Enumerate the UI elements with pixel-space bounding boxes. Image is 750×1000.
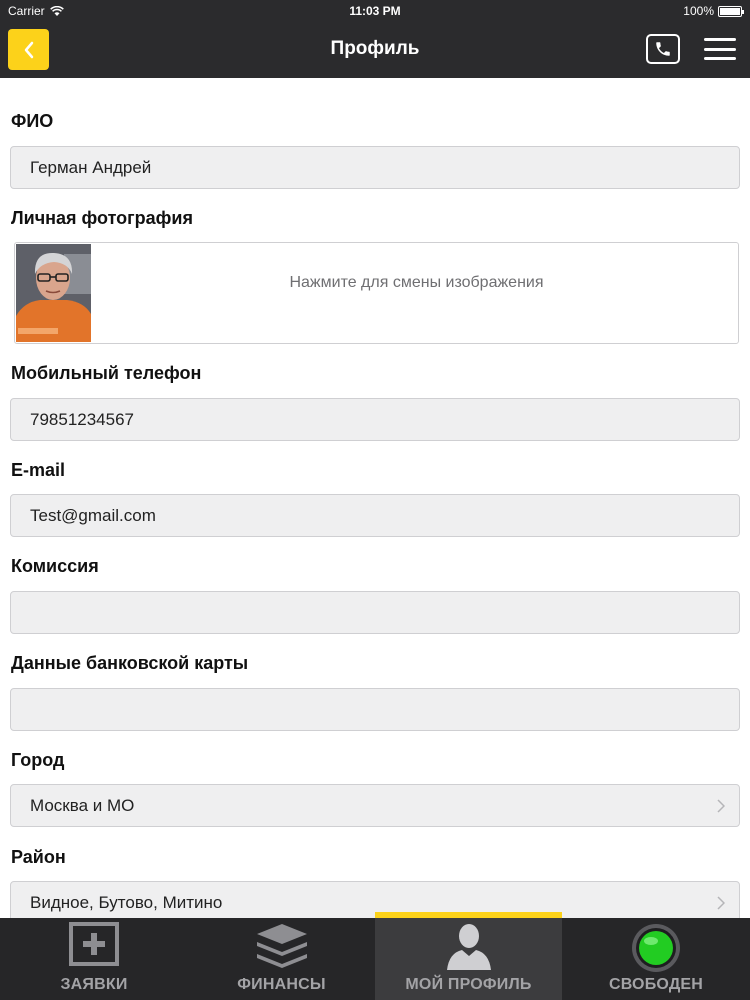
battery-icon [718,5,744,17]
status-bar: Carrier 11:03 PM 100% [0,0,750,22]
tab-my-profile[interactable]: МОЙ ПРОФИЛЬ [375,912,562,1000]
status-online-icon [632,924,680,972]
chevron-right-icon [717,896,725,910]
tab-label: МОЙ ПРОФИЛЬ [405,976,532,993]
phone-icon [656,42,670,56]
call-button[interactable] [646,34,680,64]
tab-requests[interactable]: ЗАЯВКИ [0,918,188,1000]
tab-label: СВОБОДЕН [608,976,704,993]
profile-form: ФИО Личная фотография Нажмите для смены … [0,78,750,918]
chevron-left-icon [24,41,33,58]
battery-status: 100% [683,4,744,18]
hamburger-menu-icon [704,38,736,41]
photo-change-hint: Нажмите для смены изображения [289,274,544,291]
avatar [16,244,91,342]
active-tab-indicator [375,912,562,918]
photo-picker[interactable]: Нажмите для смены изображения [14,242,739,344]
nav-bar: Профиль [0,22,750,78]
name-field[interactable] [10,146,740,189]
layers-icon [256,924,307,968]
page-title: Профиль [330,38,420,59]
district-label: Район [11,847,66,867]
commission-label: Комиссия [11,556,99,576]
tab-finances[interactable]: ФИНАНСЫ [188,918,375,1000]
tab-bar: ЗАЯВКИ ФИНАНСЫ МОЙ ПРОФИЛЬ СВОБОДЕН [0,912,750,1000]
name-label: ФИО [11,111,54,131]
photo-label: Личная фотография [11,208,193,228]
district-value: Видное, Бутово, Митино [30,892,223,912]
city-label: Город [11,750,65,770]
add-request-icon [69,922,119,966]
email-field[interactable] [10,494,740,537]
hamburger-menu-button[interactable] [704,36,736,62]
back-button[interactable] [8,29,49,70]
tab-status[interactable]: СВОБОДЕН [562,918,750,1000]
phone-field[interactable] [10,398,740,441]
email-label: E-mail [11,460,66,480]
commission-field[interactable] [10,591,740,634]
person-icon [446,924,491,970]
city-select[interactable]: Москва и МО [10,784,740,827]
card-field[interactable] [10,688,740,731]
status-time: 11:03 PM [349,4,401,18]
phone-label: Мобильный телефон [11,363,202,383]
chevron-right-icon [717,799,725,813]
tab-label: ФИНАНСЫ [237,976,326,993]
tab-label: ЗАЯВКИ [60,976,128,993]
battery-percent: 100% [683,4,714,18]
card-label: Данные банковской карты [11,653,249,673]
city-value: Москва и МО [30,795,135,815]
